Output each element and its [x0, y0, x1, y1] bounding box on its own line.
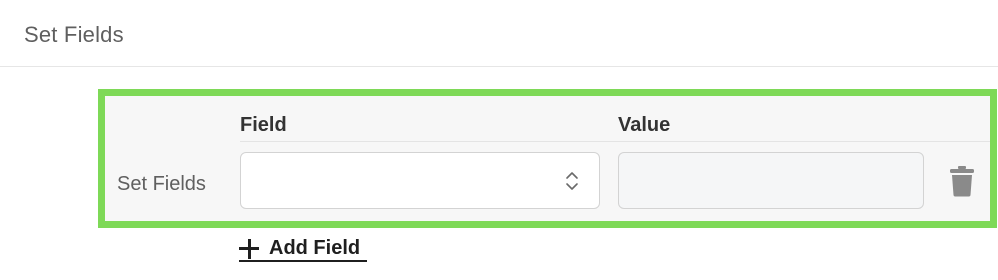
chevron-up-down-icon: [566, 172, 578, 190]
field-select[interactable]: [240, 152, 600, 209]
section-header: Set Fields: [0, 0, 998, 67]
add-field-button[interactable]: Add Field: [239, 237, 367, 262]
add-field-label: Add Field: [269, 237, 361, 259]
header-divider: [240, 141, 990, 142]
row-label: Set Fields: [117, 173, 206, 195]
set-fields-panel: Set Fields Field Value Set Fields Add Fi…: [0, 0, 998, 280]
column-header-field: Field: [240, 114, 287, 136]
section-title: Set Fields: [24, 22, 124, 47]
value-input[interactable]: [618, 152, 924, 209]
plus-icon: [239, 238, 259, 259]
trash-icon: [950, 166, 974, 197]
add-field-underline: [239, 260, 367, 262]
column-header-value: Value: [618, 114, 671, 136]
set-fields-table: Field Value Set Fields: [98, 89, 997, 228]
delete-row-button[interactable]: [947, 164, 977, 198]
